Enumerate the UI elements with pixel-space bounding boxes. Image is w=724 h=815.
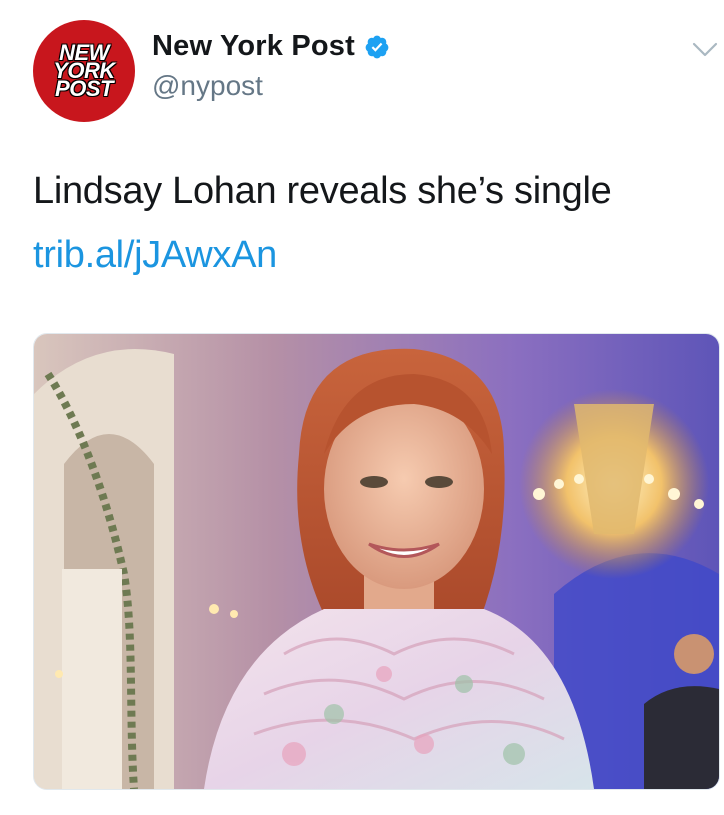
chevron-down-icon[interactable] (690, 40, 720, 60)
tweet-link[interactable]: trib.al/jJAwxAn (33, 234, 277, 277)
logo-line-3: POST (55, 76, 113, 101)
account-avatar[interactable]: NEW YORK POST (33, 20, 135, 122)
nypost-logo: NEW YORK POST (33, 20, 135, 122)
photo-illustration (34, 334, 719, 789)
account-handle[interactable]: @nypost (152, 70, 263, 102)
verified-badge-icon (365, 35, 389, 58)
tweet-text: Lindsay Lohan reveals she’s single (33, 170, 612, 212)
tweet-photo[interactable] (33, 333, 720, 790)
author-name-row[interactable]: New York Post (152, 30, 390, 63)
display-name[interactable]: New York Post (152, 30, 355, 63)
